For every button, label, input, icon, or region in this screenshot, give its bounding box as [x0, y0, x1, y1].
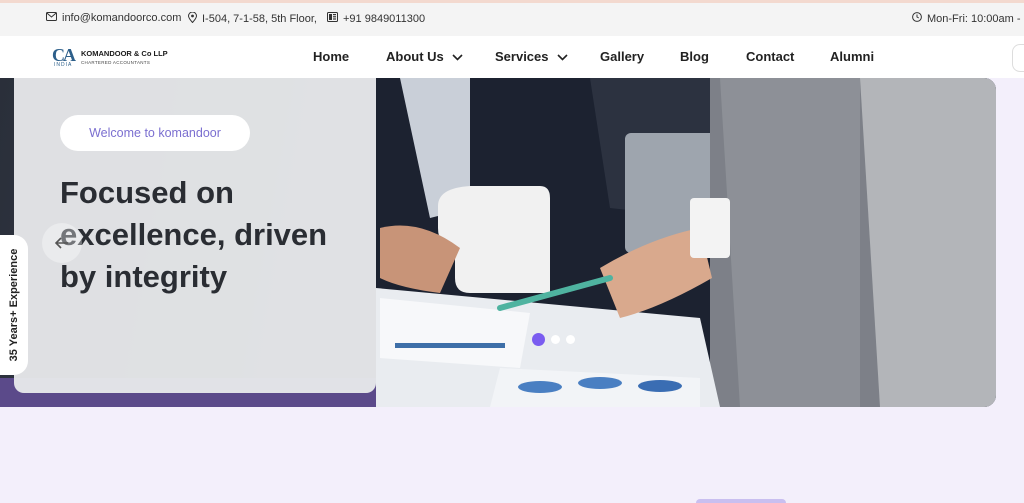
nav-home[interactable]: Home [313, 49, 349, 64]
location-pin-icon [187, 11, 198, 26]
welcome-pill: Welcome to komandoor [60, 115, 250, 151]
slider-prev-button[interactable] [42, 223, 82, 263]
company-name: KOMANDOOR & Co LLP [81, 49, 168, 58]
hero-headline: Focused on excellence, driven by integri… [60, 175, 328, 294]
slide-dot-1[interactable] [532, 333, 545, 346]
experience-text: 35 Years+ Experience [8, 248, 20, 362]
decorative-bar [696, 499, 786, 503]
arrow-left-icon [55, 237, 68, 249]
company-tagline: CHARTERED ACCOUNTANTS [81, 60, 151, 65]
ca-logo-mark: CA INDIA [52, 45, 76, 68]
logo-text: KOMANDOOR & Co LLP CHARTERED ACCOUNTANTS [81, 49, 168, 65]
slide-dot-3[interactable] [566, 335, 575, 344]
mail-icon [46, 12, 57, 24]
experience-badge: 35 Years+ Experience [0, 235, 28, 375]
email-contact[interactable]: info@komandoorco.com [46, 12, 181, 24]
clock-icon [912, 12, 922, 25]
hero-slider: Welcome to komandoor Focused on excellen… [0, 78, 996, 407]
phone-icon [327, 12, 338, 25]
email-text: info@komandoorco.com [62, 12, 182, 24]
nav-alumni[interactable]: Alumni [830, 49, 874, 64]
main-navbar: CA INDIA KOMANDOOR & Co LLP CHARTERED AC… [0, 36, 1024, 78]
nav-about-us[interactable]: About Us [386, 49, 463, 64]
phone-contact[interactable]: +91 9849011300 [327, 12, 425, 25]
nav-action-button[interactable] [1012, 44, 1024, 72]
address-contact: I-504, 7-1-58, 5th Floor, [187, 11, 317, 26]
nav-gallery[interactable]: Gallery [600, 49, 644, 64]
hours-text: Mon-Fri: 10:00am - 0 [927, 12, 1024, 25]
chevron-down-icon [452, 49, 463, 64]
top-info-bar: info@komandoorco.com I-504, 7-1-58, 5th … [0, 0, 1024, 36]
hours-info: Mon-Fri: 10:00am - 0 [912, 12, 1024, 25]
nav-contact[interactable]: Contact [746, 49, 794, 64]
slider-pagination [532, 333, 581, 346]
slide-dot-2[interactable] [551, 335, 560, 344]
company-logo[interactable]: CA INDIA KOMANDOOR & Co LLP CHARTERED AC… [52, 45, 168, 69]
chevron-down-icon [556, 49, 568, 64]
next-section-background [0, 407, 1024, 503]
nav-blog[interactable]: Blog [680, 49, 709, 64]
phone-text: +91 9849011300 [343, 12, 426, 25]
address-text: I-504, 7-1-58, 5th Floor, [202, 13, 317, 25]
nav-services[interactable]: Services [495, 49, 568, 64]
